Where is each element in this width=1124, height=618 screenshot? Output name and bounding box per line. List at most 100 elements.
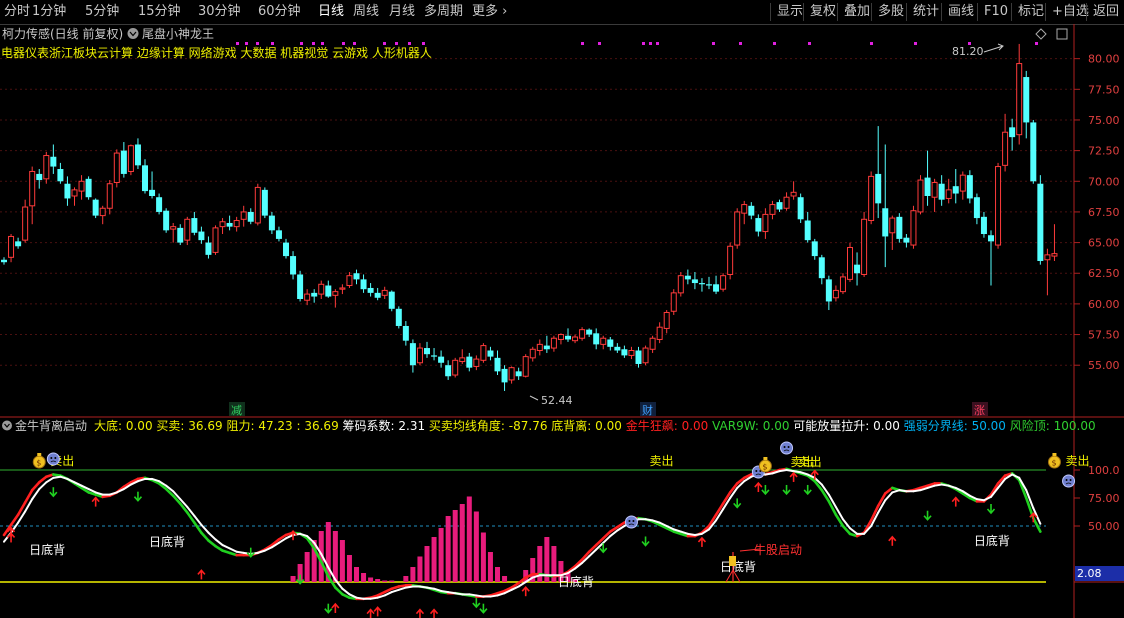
indicator-bar (389, 580, 395, 582)
signal-line-segment (418, 585, 428, 589)
param-value: 50.00 (972, 419, 1006, 433)
candle-body (424, 348, 430, 355)
candle (642, 345, 649, 366)
candle (198, 226, 205, 244)
candle (896, 213, 903, 243)
candle (1009, 118, 1016, 151)
signal-line-segment (38, 481, 48, 491)
signal-line-segment (693, 532, 703, 536)
price-axis-label: 70.00 (1088, 175, 1120, 188)
diamond-icon[interactable] (1035, 28, 1047, 40)
draw-line-button[interactable]: 画线 (941, 3, 974, 21)
period-tab-fenshi[interactable]: 分时 (4, 3, 30, 21)
candle (663, 310, 670, 334)
period-tab-60min[interactable]: 60分钟 (258, 3, 301, 21)
statistics-button[interactable]: 统计 (906, 3, 939, 21)
indicator-bar (452, 510, 458, 582)
period-tab-1min[interactable]: 1分钟 (32, 3, 66, 21)
mark-button[interactable]: 标记 (1011, 3, 1044, 21)
buy-arrow-icon (697, 536, 707, 547)
overlay-button[interactable]: 叠加 (837, 3, 870, 21)
candle (431, 348, 438, 361)
buy-arrow-icon (197, 569, 206, 580)
sell-arrow-icon (641, 536, 650, 547)
candle-body (290, 256, 297, 275)
indicator-bar (466, 496, 472, 582)
candle (8, 234, 15, 263)
period-tab-30min[interactable]: 30分钟 (198, 3, 241, 21)
period-tab-15min[interactable]: 15分钟 (138, 3, 181, 21)
money-bag-icon: $ (32, 453, 46, 469)
f10-button[interactable]: F10 (977, 3, 1008, 21)
candle (353, 269, 360, 285)
period-tab-multi[interactable]: 多周期 (424, 3, 463, 21)
candle-body (839, 276, 846, 293)
candle (113, 149, 120, 188)
candle (409, 339, 416, 373)
candle-body (78, 180, 85, 192)
back-button[interactable]: 返回 (1086, 3, 1119, 21)
multi-stock-button[interactable]: 多股 (871, 3, 904, 21)
candle-body (755, 218, 762, 232)
candle (889, 215, 896, 250)
indicator-menu-icon[interactable] (2, 420, 12, 431)
signal-line-segment (426, 586, 436, 590)
candle-body (649, 337, 656, 350)
price-axis-label: 67.50 (1088, 206, 1120, 219)
candle (29, 166, 36, 225)
display-button[interactable]: 显示 (770, 3, 803, 21)
candle-body (973, 197, 980, 219)
param-label: 底背离: (547, 418, 595, 433)
candle-body (529, 348, 536, 359)
add-favorite-button[interactable]: +自选 (1045, 3, 1089, 21)
candle (910, 205, 917, 249)
signal-line-segment (52, 475, 62, 479)
candle (438, 350, 445, 368)
candle (635, 346, 642, 368)
candle-body (642, 347, 649, 364)
candle-body (861, 218, 868, 275)
candle (275, 226, 282, 242)
signal-line-segment (369, 596, 379, 600)
candle-body (297, 274, 304, 299)
candle (367, 283, 374, 297)
indicator-bar (438, 528, 444, 582)
candle (586, 328, 593, 338)
candle (861, 211, 868, 277)
signal-line-segment (397, 586, 407, 591)
candle-body (1009, 127, 1016, 138)
candle-body (1016, 63, 1023, 136)
candle-body (346, 275, 353, 287)
candle (360, 274, 367, 293)
candle (332, 289, 339, 308)
candle (522, 354, 529, 378)
candle-body (896, 216, 903, 239)
high-arrow-icon (983, 43, 1004, 53)
period-tab-monthly[interactable]: 月线 (389, 3, 415, 21)
param-value: 100.00 (1054, 419, 1096, 433)
osc-axis-50: 50.00 (1088, 520, 1120, 533)
period-tab-weekly[interactable]: 周线 (353, 3, 379, 21)
period-tab-5min[interactable]: 5分钟 (85, 3, 119, 21)
indicator-name[interactable]: 尾盘小神龙王 (142, 26, 214, 41)
adjust-button[interactable]: 复权 (803, 3, 836, 21)
candle-body (452, 359, 459, 376)
sell-label: 卖出 (798, 455, 822, 469)
indicator-title: 金牛背离启动 (15, 418, 87, 433)
window-toggle-icon[interactable] (1056, 28, 1068, 40)
candle-body (706, 284, 712, 286)
period-tab-daily[interactable]: 日线 (318, 3, 344, 21)
bottom-divergence-label: 日底背 (29, 542, 65, 557)
candle-body (332, 291, 339, 296)
period-tab-more[interactable]: 更多 › (472, 3, 507, 21)
candle (134, 138, 141, 170)
candle (656, 322, 663, 344)
trend-line-segment (207, 539, 217, 548)
marker-dots (236, 42, 1038, 45)
event-marker-finance-label: 财 (642, 403, 653, 417)
kline-chart[interactable]: 80.00 77.50 75.00 72.50 70.00 67.50 65.00 62.50… (0, 24, 1124, 618)
indicator-dropdown-icon[interactable] (127, 28, 139, 39)
candle (205, 236, 212, 259)
candle-body (600, 337, 607, 345)
chevron-right-icon: › (498, 4, 508, 19)
